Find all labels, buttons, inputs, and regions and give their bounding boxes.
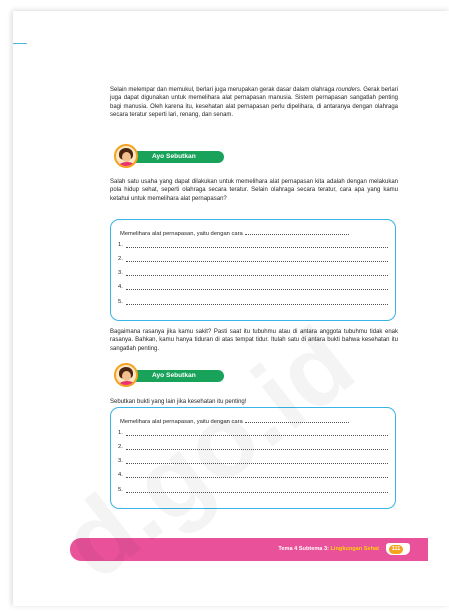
intro-paragraph: Selain melempar dan memukul, berlari jug… [110,86,398,120]
paragraph-2: Bagaimana rasanya jika kamu sakit? Pasti… [110,329,398,352]
badge-label: Ayo Sebutkan [128,370,224,382]
intro-text-1: Selain melempar dan memukul, berlari jug… [110,87,337,93]
answer-line[interactable]: 3. [118,269,388,277]
girl-avatar-icon [114,144,138,168]
chapter-footer-band: Tema 4 Subtema 3: Lingkungan Sehat 111 [70,538,428,561]
answer-line[interactable]: 3. [118,457,388,465]
page-number: 111 [389,545,403,554]
ayo-sebutkan-badge-2: Ayo Sebutkan [114,363,226,389]
page-corner-line [13,43,27,44]
footer-theme: Tema 4 Subtema 3: Lingkungan Sehat [278,546,379,552]
page-number-tab: 111 [385,542,411,556]
answer-box-title: Memelihara alat pernapasan, yaitu dengan… [120,229,349,238]
answer-line[interactable]: 4. [118,471,388,479]
badge-label: Ayo Sebutkan [128,151,224,163]
ayo-sebutkan-badge-1: Ayo Sebutkan [114,144,226,170]
question-1: Salah satu usaha yang dapat dilakukan un… [110,179,398,202]
book-page: Selain melempar dan memukul, berlari jug… [13,11,449,606]
answer-line[interactable]: 1. [118,429,388,437]
answer-box-2: Memelihara alat pernapasan, yaitu dengan… [110,407,396,509]
answer-line[interactable]: 5. [118,298,388,306]
answer-line[interactable]: 4. [118,283,388,291]
girl-avatar-icon [114,363,138,387]
footer-subtitle: Lingkungan Sehat [330,546,379,552]
answer-line[interactable]: 2. [118,255,388,263]
question-2: Sebutkan bukti yang lain jika kesehatan … [110,399,247,405]
answer-line[interactable]: 2. [118,443,388,451]
answer-box-title: Memelihara alat pernapasan, yaitu dengan… [120,417,349,426]
answer-line[interactable]: 5. [118,486,388,494]
answer-line[interactable]: 1. [118,241,388,249]
intro-italic-term: rounders [336,87,360,93]
answer-box-1: Memelihara alat pernapasan, yaitu dengan… [110,219,396,321]
